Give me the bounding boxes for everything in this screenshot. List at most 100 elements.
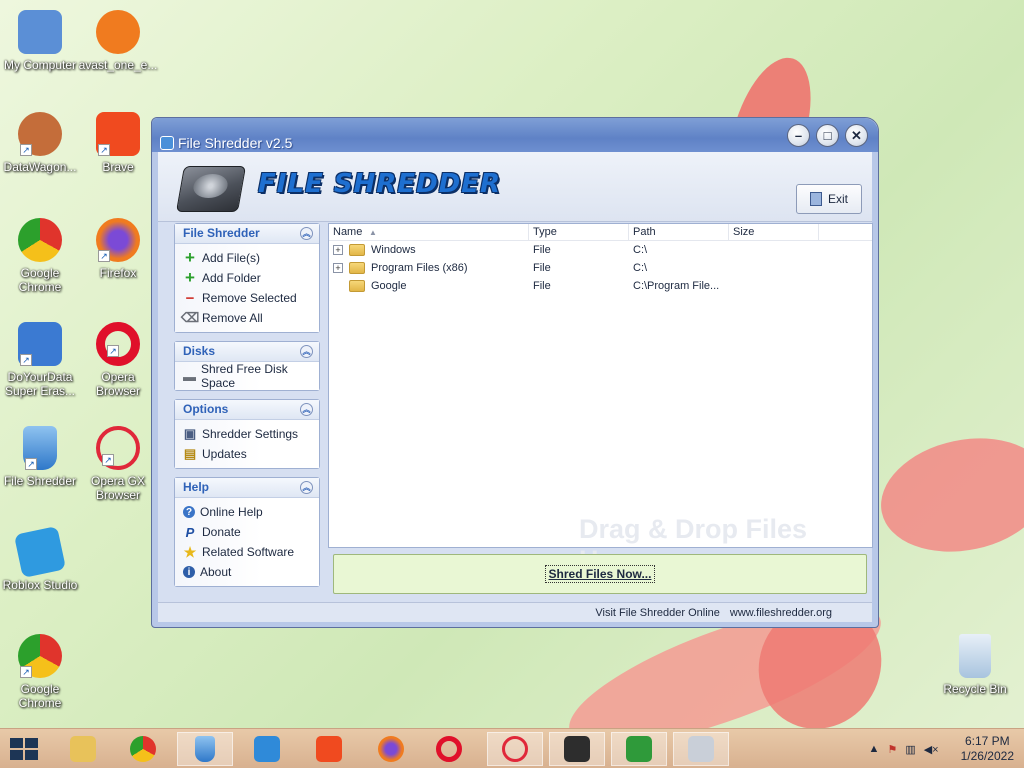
collapse-chevron-icon[interactable]: ︽ (300, 227, 313, 240)
clock-time: 6:17 PM (964, 734, 1010, 748)
network-icon[interactable]: ▥ (905, 743, 915, 756)
minimize-button[interactable]: – (787, 124, 810, 147)
taskbar-file-explorer[interactable] (55, 732, 111, 766)
title-bar[interactable]: File Shredder v2.5 – □ ✕ (152, 118, 878, 152)
opera-gx-icon (502, 736, 528, 762)
windows-logo-pane (25, 738, 38, 748)
file-shredder-window: File Shredder v2.5 – □ ✕ FILE SHREDDER E… (151, 117, 879, 628)
collapse-chevron-icon[interactable]: ︽ (300, 345, 313, 358)
taskbar-brave[interactable] (301, 732, 357, 766)
visit-online-link[interactable]: Visit File Shredder Online (595, 607, 720, 619)
exit-button[interactable]: Exit (796, 184, 862, 214)
help-icon: ? (183, 506, 195, 518)
volume-muted-icon[interactable]: ◀× (924, 743, 939, 756)
cell-type: File (533, 244, 551, 256)
related-software-link[interactable]: ★ Related Software (183, 542, 313, 562)
desktop-icon-label: File Shredder (3, 474, 77, 488)
desktop-icon-label: DataWagon... (3, 160, 77, 174)
maximize-button[interactable]: □ (816, 124, 839, 147)
taskbar-file-shredder[interactable] (177, 732, 233, 766)
item-label: Updates (202, 447, 247, 461)
desktop-icon-roblox-studio[interactable]: Roblox Studio (0, 525, 80, 592)
group-header[interactable]: File Shredder ︽ (175, 224, 319, 244)
group-header[interactable]: Disks ︽ (175, 342, 319, 362)
shred-bar: Shred Files Now... (333, 554, 867, 594)
star-icon: ★ (183, 543, 197, 560)
desktop-icon-recycle-bin[interactable]: Recycle Bin (935, 634, 1015, 696)
group-title: Help (183, 480, 210, 494)
shortcut-arrow-icon: ↗ (98, 144, 110, 156)
caption-buttons: – □ ✕ (787, 124, 868, 147)
group-file-shredder: File Shredder ︽ + Add File(s) + Add Folder… (174, 223, 320, 333)
desktop-icon-datawagon[interactable]: ↗ DataWagon... (0, 112, 80, 174)
desktop-icon-brave[interactable]: ↗ Brave (78, 112, 158, 174)
column-header-name[interactable]: Name ▲ (329, 224, 529, 240)
taskbar-monitor[interactable] (673, 732, 729, 766)
taskbar-chrome[interactable] (115, 732, 171, 766)
remove-selected-link[interactable]: − Remove Selected (183, 288, 313, 308)
brave-icon: ↗ (96, 112, 140, 156)
desktop-icon-my-computer[interactable]: My Computer (0, 10, 80, 72)
column-header-type[interactable]: Type (529, 224, 629, 240)
windows-logo-pane (25, 750, 38, 760)
desktop-icon-avast[interactable]: avast_one_e... (78, 10, 158, 72)
minus-icon: − (185, 289, 195, 307)
item-label: Add Folder (202, 271, 261, 285)
collapse-chevron-icon[interactable]: ︽ (300, 403, 313, 416)
desktop-icon-doyourdata[interactable]: ↗ DoYourData Super Eras... (0, 322, 80, 398)
desktop-icon-firefox[interactable]: ↗ Firefox (78, 218, 158, 280)
desktop-icon-file-shredder[interactable]: ↗ File Shredder (0, 426, 80, 488)
exit-door-icon (809, 192, 822, 206)
desktop-icon-label: DoYourData Super Eras... (4, 370, 76, 398)
desktop-icon-google-chrome-2[interactable]: ↗ Google Chrome (0, 634, 80, 710)
donate-link[interactable]: P Donate (183, 522, 313, 542)
action-center-flag-icon[interactable]: ⚑ (887, 743, 897, 756)
add-files-link[interactable]: + Add File(s) (183, 248, 313, 268)
shred-free-disk-space-link[interactable]: ▬ Shred Free Disk Space (183, 362, 313, 390)
shred-files-now-button[interactable]: Shred Files Now... (544, 565, 656, 583)
taskbar-weather[interactable] (239, 732, 295, 766)
start-button[interactable] (10, 738, 38, 760)
table-row[interactable]: + Windows File C:\ (329, 241, 872, 259)
taskbar-store[interactable] (611, 732, 667, 766)
close-button[interactable]: ✕ (845, 124, 868, 147)
desktop-icon-opera[interactable]: ↗ Opera Browser (78, 322, 158, 398)
about-link[interactable]: i About (183, 562, 313, 582)
taskbar-opera-gx[interactable] (487, 732, 543, 766)
taskbar-firefox[interactable] (363, 732, 419, 766)
column-header-size[interactable]: Size (729, 224, 819, 240)
website-link[interactable]: www.fileshredder.org (730, 607, 832, 619)
online-help-link[interactable]: ? Online Help (183, 502, 313, 522)
taskbar-roblox-studio[interactable] (549, 732, 605, 766)
expand-icon[interactable]: + (333, 245, 343, 255)
column-header-filler (819, 224, 872, 240)
taskbar: ▲ ⚑ ▥ ◀× 6:17 PM 1/26/2022 (0, 728, 1024, 768)
firefox-icon (378, 736, 404, 762)
group-header[interactable]: Help ︽ (175, 478, 319, 498)
collapse-chevron-icon[interactable]: ︽ (300, 481, 313, 494)
clock[interactable]: 6:17 PM 1/26/2022 (961, 734, 1014, 764)
show-hidden-icons-icon[interactable]: ▲ (869, 743, 880, 755)
desktop-icon-google-chrome[interactable]: Google Chrome (0, 218, 80, 294)
clock-date: 1/26/2022 (960, 749, 1014, 763)
updates-link[interactable]: ▤ Updates (183, 444, 313, 464)
folder-icon (349, 262, 365, 274)
item-label: Remove All (202, 311, 263, 325)
group-header[interactable]: Options ︽ (175, 400, 319, 420)
item-label: Donate (202, 525, 241, 539)
chrome-icon (130, 736, 156, 762)
file-list[interactable]: Name ▲ Type Path Size + Windows File C:\ … (328, 223, 873, 575)
add-folder-link[interactable]: + Add Folder (183, 268, 313, 288)
windows-logo-pane (10, 738, 23, 748)
shredder-settings-link[interactable]: ▣ Shredder Settings (183, 424, 313, 444)
expand-icon[interactable]: + (333, 263, 343, 273)
table-row[interactable]: + Program Files (x86) File C:\ (329, 259, 872, 277)
status-bar: Visit File Shredder Online www.fileshred… (158, 602, 872, 622)
remove-all-link[interactable]: ⌫ Remove All (181, 308, 313, 328)
column-label: Size (733, 226, 755, 238)
group-title: File Shredder (183, 226, 260, 240)
column-header-path[interactable]: Path (629, 224, 729, 240)
desktop-icon-opera-gx[interactable]: ↗ Opera GX Browser (78, 426, 158, 502)
table-row[interactable]: Google File C:\Program File... (329, 277, 872, 295)
taskbar-opera[interactable] (421, 732, 477, 766)
